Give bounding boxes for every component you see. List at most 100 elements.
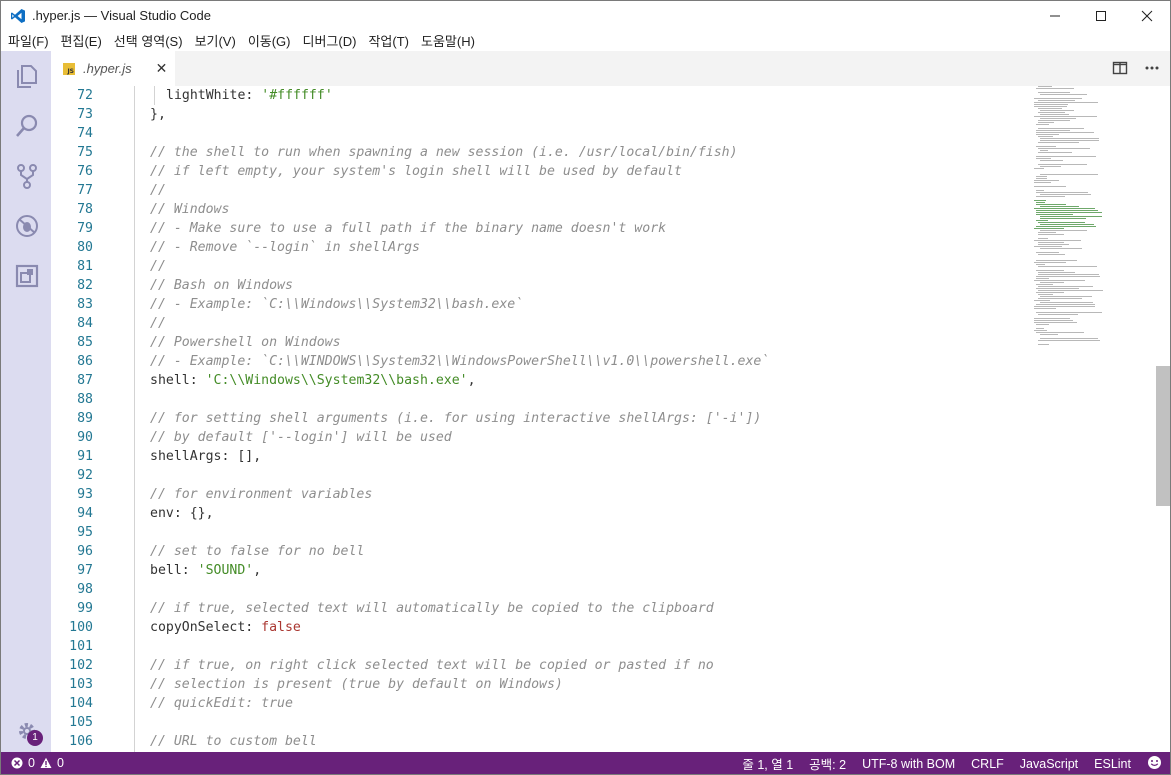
code-line[interactable]: 95 (51, 523, 1031, 542)
menu-debug[interactable]: 디버그(D) (300, 31, 360, 50)
code-token: // - Make sure to use a full path if the… (150, 221, 667, 236)
code-line[interactable]: 73}, (51, 105, 1031, 124)
minimap-line (1040, 160, 1063, 161)
minimap-line (1034, 262, 1066, 263)
vertical-scrollbar-thumb[interactable] (1156, 366, 1170, 506)
more-actions-button[interactable] (1144, 60, 1160, 79)
code-line[interactable]: 103 // selection is present (true by defa… (51, 675, 1031, 694)
maximize-button[interactable] (1078, 1, 1124, 31)
code-line[interactable]: 90 // by default ['--login'] will be used (51, 428, 1031, 447)
code-line[interactable]: 96 // set to false for no bell (51, 542, 1031, 561)
minimap-line (1034, 168, 1044, 169)
menu-go[interactable]: 이동(G) (245, 31, 294, 50)
code-line[interactable]: 105 (51, 713, 1031, 732)
code-line[interactable]: 82 // Bash on Windows (51, 276, 1031, 295)
minimap-line (1040, 230, 1087, 231)
line-number: 101 (69, 639, 93, 654)
menu-file[interactable]: 파일(F) (5, 31, 52, 50)
code-line[interactable]: 86 // - Example: `C:\\WINDOWS\\System32\\… (51, 352, 1031, 371)
code-line[interactable]: 85 // Powershell on Windows (51, 333, 1031, 352)
code-line[interactable]: 104 // quickEdit: true (51, 694, 1031, 713)
minimap-line (1034, 318, 1070, 319)
minimap-line (1036, 212, 1102, 213)
explorer-button[interactable] (1, 51, 52, 101)
code-line[interactable]: 89 // for setting shell arguments (i.e. f… (51, 409, 1031, 428)
code-line[interactable]: 81 // (51, 257, 1031, 276)
minimap[interactable] (1034, 86, 1154, 356)
split-editor-button[interactable] (1112, 60, 1128, 79)
debug-button[interactable] (1, 201, 52, 251)
code-line[interactable]: 93 // for environment variables (51, 485, 1031, 504)
minimap-line (1036, 178, 1047, 179)
minimap-line (1034, 320, 1073, 321)
close-button[interactable] (1124, 1, 1170, 31)
source-control-button[interactable] (1, 151, 52, 201)
code-line[interactable]: 100 copyOnSelect: false (51, 618, 1031, 637)
minimap-line (1034, 180, 1059, 181)
minimap-line (1040, 216, 1102, 217)
indentation[interactable]: 공백: 2 (809, 754, 846, 773)
minimap-line (1038, 112, 1065, 113)
code-line[interactable]: 99 // if true, selected text will automat… (51, 599, 1031, 618)
code-line[interactable]: 98 (51, 580, 1031, 599)
minimap-line (1034, 116, 1097, 117)
line-number: 90 (77, 430, 93, 445)
minimap-line (1036, 270, 1064, 271)
code-line[interactable]: 83 // - Example: `C:\\Windows\\System32\\… (51, 295, 1031, 314)
cursor-position[interactable]: 줄 1, 열 1 (742, 754, 793, 773)
code-line[interactable]: 88 (51, 390, 1031, 409)
code-token: : (245, 88, 262, 103)
code-line[interactable]: 101 (51, 637, 1031, 656)
minimap-line (1036, 192, 1088, 193)
code-editor[interactable]: 72 lightWhite: '#ffffff' 73}, 74 75// the sh… (51, 86, 1171, 752)
tab-close-icon[interactable]: ✕ (156, 60, 168, 77)
eslint-status[interactable]: ESLint (1094, 757, 1131, 771)
code-token: // set to false for no bell (150, 544, 365, 559)
feedback-button[interactable] (1147, 755, 1162, 773)
minimap-line (1038, 164, 1087, 165)
code-line[interactable]: 75 // the shell to run when spawning a ne… (51, 143, 1031, 162)
code-token: 'C:\\Windows\\System32\\bash.exe' (205, 373, 468, 388)
code-line[interactable]: 79 // - Make sure to use a full path if t… (51, 219, 1031, 238)
code-token: , (467, 373, 476, 388)
search-icon (15, 114, 37, 137)
code-line[interactable]: 94 env: {}, (51, 504, 1031, 523)
search-button[interactable] (1, 101, 52, 151)
code-line[interactable]: 92 (51, 466, 1031, 485)
code-line[interactable]: 80 // - Remove `--login` in shellArgs (51, 238, 1031, 257)
line-ending[interactable]: CRLF (971, 757, 1004, 771)
extensions-button[interactable] (1, 251, 52, 301)
code-text: // Bash on Windows (150, 276, 293, 295)
menu-help[interactable]: 도움말(H) (418, 31, 478, 50)
code-line[interactable]: 102 // if true, on right click selected t… (51, 656, 1031, 675)
menu-edit[interactable]: 편집(E) (58, 31, 105, 50)
minimap-line (1038, 148, 1090, 149)
language-mode[interactable]: JavaScript (1020, 757, 1078, 771)
settings-button[interactable]: 1 (1, 711, 52, 751)
code-line[interactable]: 87 shell: 'C:\\Windows\\System32\\bash.ex… (51, 371, 1031, 390)
minimap-line (1034, 330, 1047, 331)
code-line[interactable]: 91 shellArgs: [], (51, 447, 1031, 466)
code-line[interactable]: 74 (51, 124, 1031, 143)
code-line[interactable]: 72 lightWhite: '#ffffff' (51, 86, 1031, 105)
code-line[interactable]: 97 bell: 'SOUND', (51, 561, 1031, 580)
encoding[interactable]: UTF-8 with BOM (862, 757, 955, 771)
code-line[interactable]: 84 // (51, 314, 1031, 333)
menu-view[interactable]: 보기(V) (192, 31, 239, 50)
menu-selection[interactable]: 선택 영역(S) (111, 31, 186, 50)
tab-bar: JS .hyper.js ✕ (51, 51, 1171, 86)
line-number: 99 (77, 601, 93, 616)
minimap-line (1040, 94, 1087, 95)
menu-tasks[interactable]: 작업(T) (365, 31, 412, 50)
code-line[interactable]: 76 // if left empty, your system's login … (51, 162, 1031, 181)
minimize-button[interactable] (1032, 1, 1078, 31)
code-line[interactable]: 78 // Windows (51, 200, 1031, 219)
tab-hyper-js[interactable]: JS .hyper.js ✕ (51, 51, 175, 86)
code-token: // - Remove `--login` in shellArgs (150, 240, 420, 255)
code-line[interactable]: 77 // (51, 181, 1031, 200)
problems-indicator[interactable]: 0 0 (1, 756, 64, 770)
code-line[interactable]: 106 // URL to custom bell (51, 732, 1031, 751)
line-number: 74 (77, 126, 93, 141)
code-token: // the shell to run when spawning a new … (150, 145, 738, 160)
line-number: 98 (77, 582, 93, 597)
